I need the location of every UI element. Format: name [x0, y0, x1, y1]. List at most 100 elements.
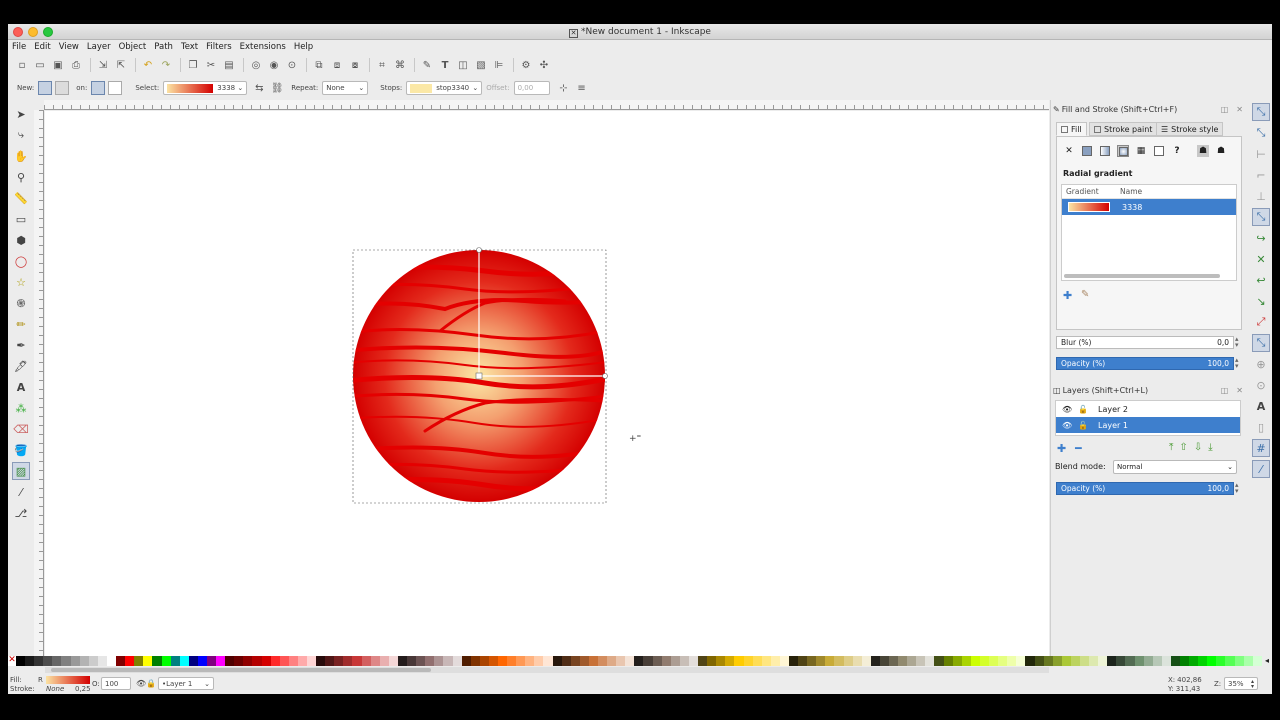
- palette-swatch[interactable]: [516, 656, 526, 666]
- palette-swatch[interactable]: [707, 656, 717, 666]
- palette-swatch[interactable]: [1143, 656, 1153, 666]
- palette-swatch[interactable]: [607, 656, 617, 666]
- fill-swatch[interactable]: [46, 676, 90, 684]
- palette-swatch[interactable]: [743, 656, 753, 666]
- opacity-spinbox[interactable]: 100: [101, 677, 131, 690]
- palette-swatch[interactable]: [1089, 656, 1099, 666]
- spray-tool-icon[interactable]: ⁂: [12, 399, 30, 417]
- palette-swatch[interactable]: [1007, 656, 1017, 666]
- snap-cusp-icon[interactable]: ↩: [1252, 271, 1270, 289]
- palette-swatch[interactable]: [407, 656, 417, 666]
- palette-menu-icon[interactable]: ◂: [1262, 656, 1272, 666]
- no-color-swatch[interactable]: ✕: [8, 656, 16, 666]
- restore-icon[interactable]: ◫: [1221, 105, 1229, 114]
- palette-swatch[interactable]: [197, 656, 207, 666]
- fill-rule-nonzero-icon[interactable]: ☗: [1215, 145, 1227, 157]
- palette-swatch[interactable]: [670, 656, 680, 666]
- palette-swatch[interactable]: [861, 656, 871, 666]
- swatch-icon[interactable]: [1153, 145, 1165, 157]
- unlink-clone-icon[interactable]: ⧇: [347, 57, 363, 73]
- offset-spinbox[interactable]: 0,00: [513, 81, 550, 95]
- palette-swatch[interactable]: [943, 656, 953, 666]
- palette-swatch[interactable]: [1079, 656, 1090, 666]
- close-icon[interactable]: ✕: [1236, 386, 1243, 395]
- palette-swatch[interactable]: [507, 656, 517, 666]
- snap-bbox-edge-icon[interactable]: ⊢: [1252, 145, 1270, 163]
- palette-swatch[interactable]: [1161, 656, 1171, 666]
- palette-swatch[interactable]: [816, 656, 826, 666]
- palette-swatch[interactable]: [907, 656, 917, 666]
- palette-swatch[interactable]: [25, 656, 35, 666]
- palette-swatch[interactable]: [952, 656, 962, 666]
- lock-icon[interactable]: 🔓: [1078, 405, 1098, 414]
- palette-swatch[interactable]: [397, 656, 408, 666]
- stroke-value[interactable]: None: [46, 685, 64, 693]
- repeat-combo[interactable]: None ⌄: [322, 81, 369, 95]
- palette-swatch[interactable]: [261, 656, 271, 666]
- palette-swatch[interactable]: [688, 656, 699, 666]
- preferences-icon[interactable]: ✣: [536, 57, 552, 73]
- palette-swatch[interactable]: [625, 656, 635, 666]
- palette-swatch[interactable]: [1043, 656, 1053, 666]
- palette-swatch[interactable]: [925, 656, 935, 666]
- add-gradient-icon[interactable]: ✚: [1063, 289, 1072, 302]
- blur-slider[interactable]: Blur (%) 0,0: [1056, 336, 1234, 349]
- palette-swatch[interactable]: [616, 656, 626, 666]
- palette-swatch[interactable]: [788, 656, 799, 666]
- gradient-list[interactable]: Gradient Name 3338: [1061, 184, 1237, 281]
- measure-tool-icon[interactable]: 📏: [12, 189, 30, 207]
- palette-swatch[interactable]: [288, 656, 298, 666]
- palette-swatch[interactable]: [279, 656, 289, 666]
- palette-swatch[interactable]: [206, 656, 217, 666]
- palette-swatch[interactable]: [1198, 656, 1208, 666]
- snap-nodes-icon[interactable]: ⤡: [1252, 208, 1270, 226]
- delete-stop-icon[interactable]: ≡: [574, 80, 590, 96]
- palette-swatch[interactable]: [979, 656, 990, 666]
- insert-stop-icon[interactable]: ⊹: [556, 80, 572, 96]
- palette-swatch[interactable]: [188, 656, 198, 666]
- palette-swatch[interactable]: [834, 656, 844, 666]
- scrollbar-thumb[interactable]: [51, 668, 431, 672]
- palette-swatch[interactable]: [1207, 656, 1217, 666]
- radial-gradient-toggle[interactable]: [55, 81, 70, 95]
- palette-swatch[interactable]: [470, 656, 480, 666]
- layer-row-2[interactable]: 👁 🔓 Layer 2: [1056, 401, 1240, 417]
- palette-swatch[interactable]: [388, 656, 398, 666]
- menu-file[interactable]: File: [12, 42, 26, 52]
- palette-swatch[interactable]: [679, 656, 689, 666]
- palette-swatch[interactable]: [1243, 656, 1253, 666]
- palette-swatch[interactable]: [170, 656, 180, 666]
- palette-swatch[interactable]: [1034, 656, 1044, 666]
- node-tool-icon[interactable]: ⤷: [12, 126, 30, 144]
- palette-swatch[interactable]: [488, 656, 498, 666]
- palette-swatch[interactable]: [798, 656, 808, 666]
- menu-object[interactable]: Object: [119, 42, 147, 52]
- lock-icon[interactable]: 🔓: [1078, 421, 1098, 430]
- hide-layer-icon[interactable]: 👁: [136, 679, 146, 688]
- rectangle-tool-icon[interactable]: ▭: [12, 210, 30, 228]
- linear-gradient-icon[interactable]: [1099, 145, 1111, 157]
- palette-swatch[interactable]: [425, 656, 435, 666]
- palette-swatch[interactable]: [1189, 656, 1199, 666]
- palette-swatch[interactable]: [97, 656, 107, 666]
- gradient-radius-handle-right[interactable]: [602, 373, 608, 379]
- palette-swatch[interactable]: [843, 656, 853, 666]
- fill-rule-evenodd-icon[interactable]: ☗: [1197, 145, 1209, 157]
- selector-tool-icon[interactable]: ➤: [12, 105, 30, 123]
- gradient-tool-icon[interactable]: ▨: [12, 462, 30, 480]
- layer-row-1[interactable]: 👁 🔓 Layer 1: [1056, 417, 1240, 433]
- xml-editor-icon[interactable]: ✎: [419, 57, 435, 73]
- palette-swatch[interactable]: [343, 656, 353, 666]
- palette-swatch[interactable]: [1098, 656, 1108, 666]
- palette-swatch[interactable]: [161, 656, 171, 666]
- snap-enable-icon[interactable]: ⤡: [1252, 103, 1270, 121]
- palette-swatch[interactable]: [598, 656, 608, 666]
- redo-icon[interactable]: ↷: [158, 57, 174, 73]
- drawing-canvas[interactable]: +⁼: [45, 111, 1049, 656]
- zoom-spinbox[interactable]: 35% ▴ ▾: [1224, 677, 1258, 690]
- edit-gradient-icon[interactable]: ✎: [1081, 289, 1089, 300]
- palette-swatch[interactable]: [143, 656, 153, 666]
- fill-target-toggle[interactable]: [91, 81, 106, 95]
- stroke-target-toggle[interactable]: [108, 81, 123, 95]
- palette-swatch[interactable]: [434, 656, 444, 666]
